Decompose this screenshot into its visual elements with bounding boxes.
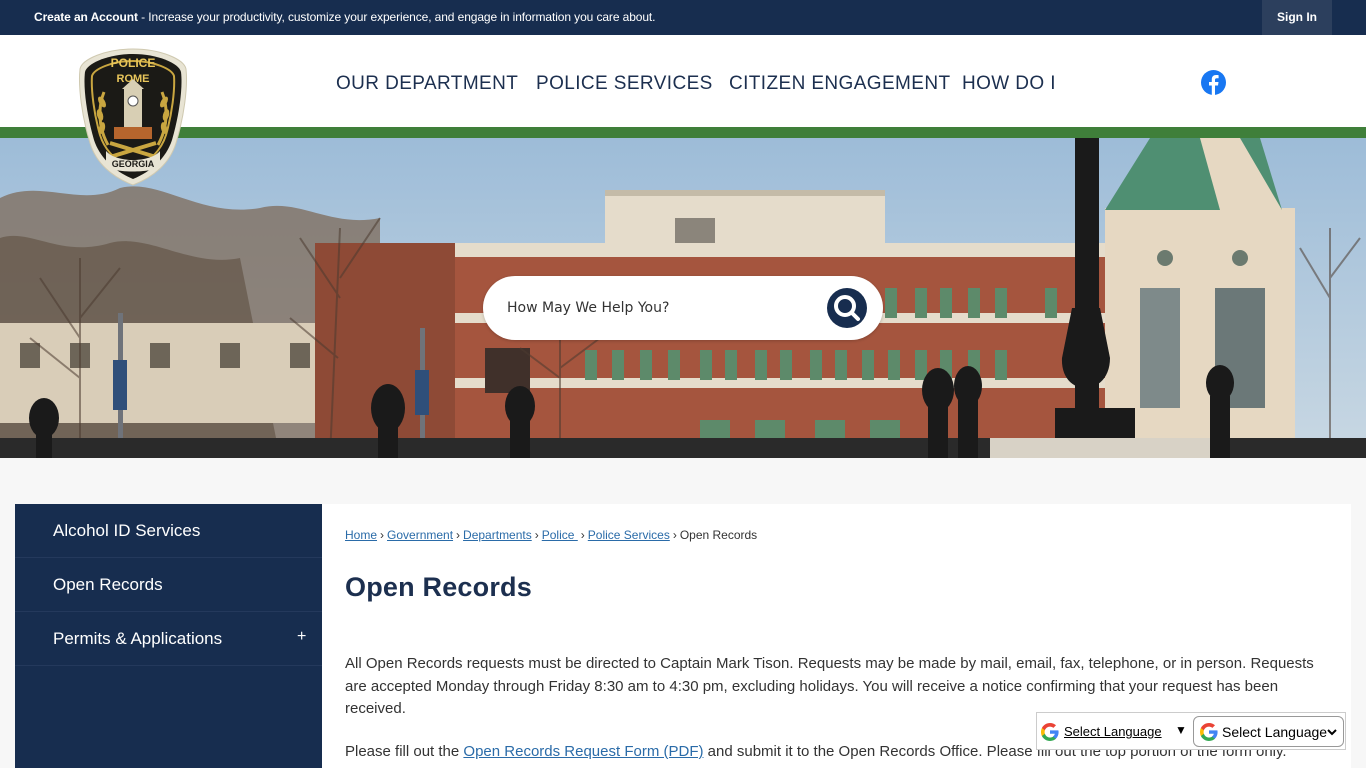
- sidebar-item-label: Alcohol ID Services: [53, 521, 201, 540]
- breadcrumb-government[interactable]: Government: [387, 528, 453, 542]
- sidebar-item-open-records[interactable]: Open Records: [15, 558, 322, 612]
- account-promo-text: - Increase your productivity, customize …: [137, 10, 656, 24]
- breadcrumb-police-services[interactable]: Police Services: [588, 528, 670, 542]
- chevron-down-icon: [1327, 729, 1337, 736]
- sidebar-item-label: Permits & Applications: [53, 629, 223, 648]
- facebook-icon[interactable]: [1201, 70, 1226, 95]
- expand-icon[interactable]: +: [297, 628, 306, 646]
- search-button[interactable]: [827, 288, 867, 328]
- badge-top-text: POLICE: [111, 56, 156, 70]
- police-badge-logo[interactable]: POLICE ROME GEORGIA: [76, 47, 191, 187]
- select-language-link[interactable]: Select Language: [1064, 724, 1162, 739]
- account-promo: Create an Account - Increase your produc…: [34, 10, 655, 24]
- breadcrumb-current: Open Records: [679, 528, 758, 542]
- google-translate-widget: Select Language ▼ Select Language: [1036, 712, 1346, 750]
- google-g-icon: [1041, 723, 1059, 741]
- sign-in-button[interactable]: Sign In: [1262, 0, 1332, 35]
- instructions-text-before: Please fill out the: [345, 743, 464, 760]
- breadcrumb-home[interactable]: Home: [345, 528, 377, 542]
- breadcrumb-police[interactable]: Police: [542, 528, 578, 542]
- search-icon: [834, 295, 860, 321]
- nav-police-services[interactable]: POLICE SERVICES: [536, 73, 713, 95]
- sidebar-item-alcohol-id-services[interactable]: Alcohol ID Services: [15, 504, 322, 558]
- sidebar-item-label: Open Records: [53, 575, 163, 594]
- sidebar-item-permits-applications[interactable]: Permits & Applications +: [15, 612, 322, 666]
- open-records-form-link[interactable]: Open Records Request Form (PDF): [463, 743, 703, 760]
- create-account-link[interactable]: Create an Account: [34, 10, 138, 24]
- nav-our-department[interactable]: OUR DEPARTMENT: [336, 73, 518, 95]
- nav-citizen-engagement[interactable]: CITIZEN ENGAGEMENT: [729, 73, 951, 95]
- top-account-bar: Create an Account - Increase your produc…: [0, 0, 1366, 35]
- page-title: Open Records: [345, 572, 532, 602]
- search-input[interactable]: [507, 294, 807, 322]
- open-records-description: All Open Records requests must be direct…: [345, 655, 1314, 717]
- site-search: [483, 276, 883, 340]
- google-g-icon: [1200, 723, 1218, 741]
- dropdown-arrow-icon[interactable]: ▼: [1175, 723, 1187, 737]
- section-sidebar: Alcohol ID Services Open Records Permits…: [15, 504, 322, 768]
- breadcrumb-departments[interactable]: Departments: [463, 528, 532, 542]
- language-select-value: Select Language: [1222, 724, 1328, 740]
- badge-state-text: GEORGIA: [112, 159, 155, 169]
- header-green-stripe: [0, 127, 1366, 138]
- breadcrumb: Home › Government › Departments › Police › Poli…: [345, 528, 758, 542]
- nav-how-do-i[interactable]: HOW DO I: [962, 73, 1056, 95]
- language-select[interactable]: Select Language: [1193, 716, 1344, 747]
